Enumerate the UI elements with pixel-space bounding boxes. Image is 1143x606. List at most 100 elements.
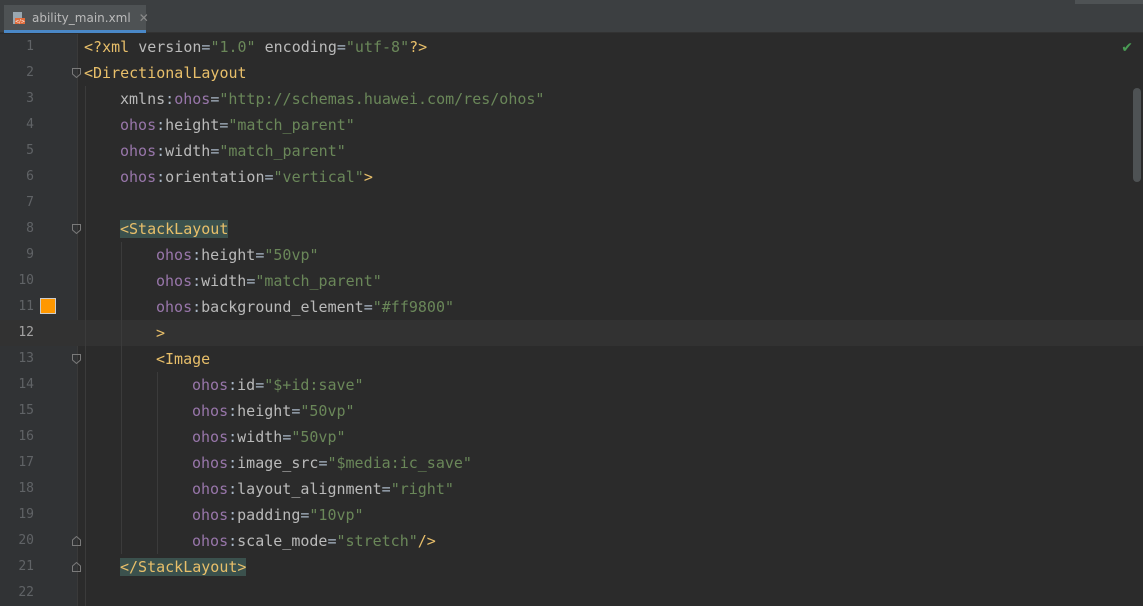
code-token: = [264, 168, 274, 186]
code-text: ohos:height="50vp" [156, 242, 319, 268]
fold-close-icon[interactable] [72, 536, 81, 546]
code-token: ohos [156, 272, 193, 290]
line-number: 8 [26, 221, 34, 236]
line-number: 12 [18, 325, 34, 340]
code-line[interactable]: 16 ohos:width="50vp" [0, 424, 1143, 450]
code-line[interactable]: 22 [0, 580, 1143, 606]
code-token: "match_parent" [228, 116, 355, 134]
code-token: background_element [201, 298, 364, 316]
xml-file-icon: </> [12, 11, 26, 25]
code-token: height [237, 402, 292, 420]
code-line[interactable]: 7 [0, 190, 1143, 216]
code-token: "50vp" [300, 402, 355, 420]
code-text: ohos:height="match_parent" [120, 112, 355, 138]
line-number: 1 [26, 39, 34, 54]
code-line[interactable]: 14 ohos:id="$+id:save" [0, 372, 1143, 398]
line-number: 3 [26, 91, 34, 106]
code-editor[interactable]: 1 <?xml version="1.0" encoding="utf-8"?> 2… [0, 34, 1143, 606]
line-number: 4 [26, 117, 34, 132]
line-number: 14 [18, 377, 34, 392]
fold-close-icon[interactable] [72, 562, 81, 572]
code-line[interactable]: 15 ohos:height="50vp" [0, 398, 1143, 424]
code-token: = [381, 480, 391, 498]
fold-open-icon[interactable] [72, 68, 81, 78]
color-swatch-icon[interactable] [40, 298, 56, 314]
code-text: ohos:image_src="$media:ic_save" [192, 450, 472, 476]
indent-guide [121, 242, 122, 554]
code-text: <Image [156, 346, 210, 372]
code-token: "50vp" [264, 246, 319, 264]
line-number: 15 [18, 403, 34, 418]
code-token: "10vp" [309, 506, 364, 524]
code-line[interactable]: 11 ohos:background_element="#ff9800" [0, 294, 1143, 320]
code-line[interactable]: 4 ohos:height="match_parent" [0, 112, 1143, 138]
code-line[interactable]: 5 ohos:width="match_parent" [0, 138, 1143, 164]
code-line[interactable]: 19 ohos:padding="10vp" [0, 502, 1143, 528]
code-token: > [363, 168, 373, 186]
code-token: : [165, 90, 175, 108]
scrollbar-thumb[interactable] [1133, 88, 1141, 182]
code-token: "stretch" [336, 532, 418, 550]
code-line[interactable]: 20 ohos:scale_mode="stretch"/> [0, 528, 1143, 554]
code-line[interactable]: 18 ohos:layout_alignment="right" [0, 476, 1143, 502]
code-token: ohos [156, 298, 193, 316]
code-token: version [138, 38, 202, 56]
code-token: = [246, 272, 256, 290]
code-line[interactable]: 13 <Image [0, 346, 1143, 372]
code-line[interactable]: 6 ohos:orientation="vertical"> [0, 164, 1143, 190]
code-token: : [192, 298, 202, 316]
code-token: : [228, 428, 238, 446]
code-token: image_src [237, 454, 319, 472]
code-line[interactable]: 1 <?xml version="1.0" encoding="utf-8"?> [0, 34, 1143, 60]
tab-filename: ability_main.xml [32, 10, 131, 25]
code-token: > [156, 324, 166, 342]
fold-open-icon[interactable] [72, 354, 81, 364]
code-token: = [336, 38, 346, 56]
indent-guide [157, 372, 158, 554]
fold-open-icon[interactable] [72, 224, 81, 234]
line-number: 17 [18, 455, 34, 470]
line-number: 21 [18, 559, 34, 574]
code-line[interactable]: 17 ohos:image_src="$media:ic_save" [0, 450, 1143, 476]
code-text: > [156, 320, 165, 346]
code-token: = [210, 90, 220, 108]
code-token: : [228, 506, 238, 524]
vertical-scrollbar[interactable] [1133, 60, 1143, 606]
code-token: "utf-8" [345, 38, 410, 56]
code-token: ohos [156, 246, 193, 264]
code-line[interactable]: 9 ohos:height="50vp" [0, 242, 1143, 268]
code-token: <Image [156, 350, 211, 368]
code-token: padding [237, 506, 301, 524]
code-line[interactable]: 21 </StackLayout> [0, 554, 1143, 580]
code-token: width [165, 142, 211, 160]
close-icon[interactable]: ✕ [139, 11, 149, 25]
code-token: : [156, 142, 166, 160]
code-text: <?xml version="1.0" encoding="utf-8"?> [84, 34, 427, 60]
code-token: <DirectionalLayout [84, 64, 247, 82]
tab-ability-main-xml[interactable]: </> ability_main.xml ✕ [4, 5, 149, 33]
code-token: "$+id:save" [264, 376, 364, 394]
code-token: = [255, 376, 265, 394]
code-line[interactable]: 2 <DirectionalLayout [0, 60, 1143, 86]
code-line[interactable]: 10 ohos:width="match_parent" [0, 268, 1143, 294]
line-number: 11 [18, 299, 34, 314]
code-token: = [282, 428, 292, 446]
code-token: layout_alignment [237, 480, 382, 498]
code-token: "1.0" [210, 38, 256, 56]
code-token: ohos [120, 168, 157, 186]
code-line[interactable]: 3 xmlns:ohos="http://schemas.huawei.com/r… [0, 86, 1143, 112]
code-token: ohos [174, 90, 211, 108]
code-token: ohos [192, 428, 229, 446]
code-text: ohos:orientation="vertical"> [120, 164, 373, 190]
code-text: ohos:scale_mode="stretch"/> [192, 528, 436, 554]
inspection-ok-icon[interactable]: ✔ [1121, 40, 1133, 56]
code-token: scale_mode [237, 532, 328, 550]
editor-tab-bar: </> ability_main.xml ✕ [0, 0, 1143, 33]
code-line[interactable]: 8 <StackLayout [0, 216, 1143, 242]
code-text: ohos:background_element="#ff9800" [156, 294, 454, 320]
code-token: ohos [192, 506, 229, 524]
svg-text:</>: </> [15, 19, 25, 25]
code-line[interactable]: 12 > [0, 320, 1143, 346]
code-token: ohos [192, 480, 229, 498]
code-token: ohos [120, 116, 157, 134]
